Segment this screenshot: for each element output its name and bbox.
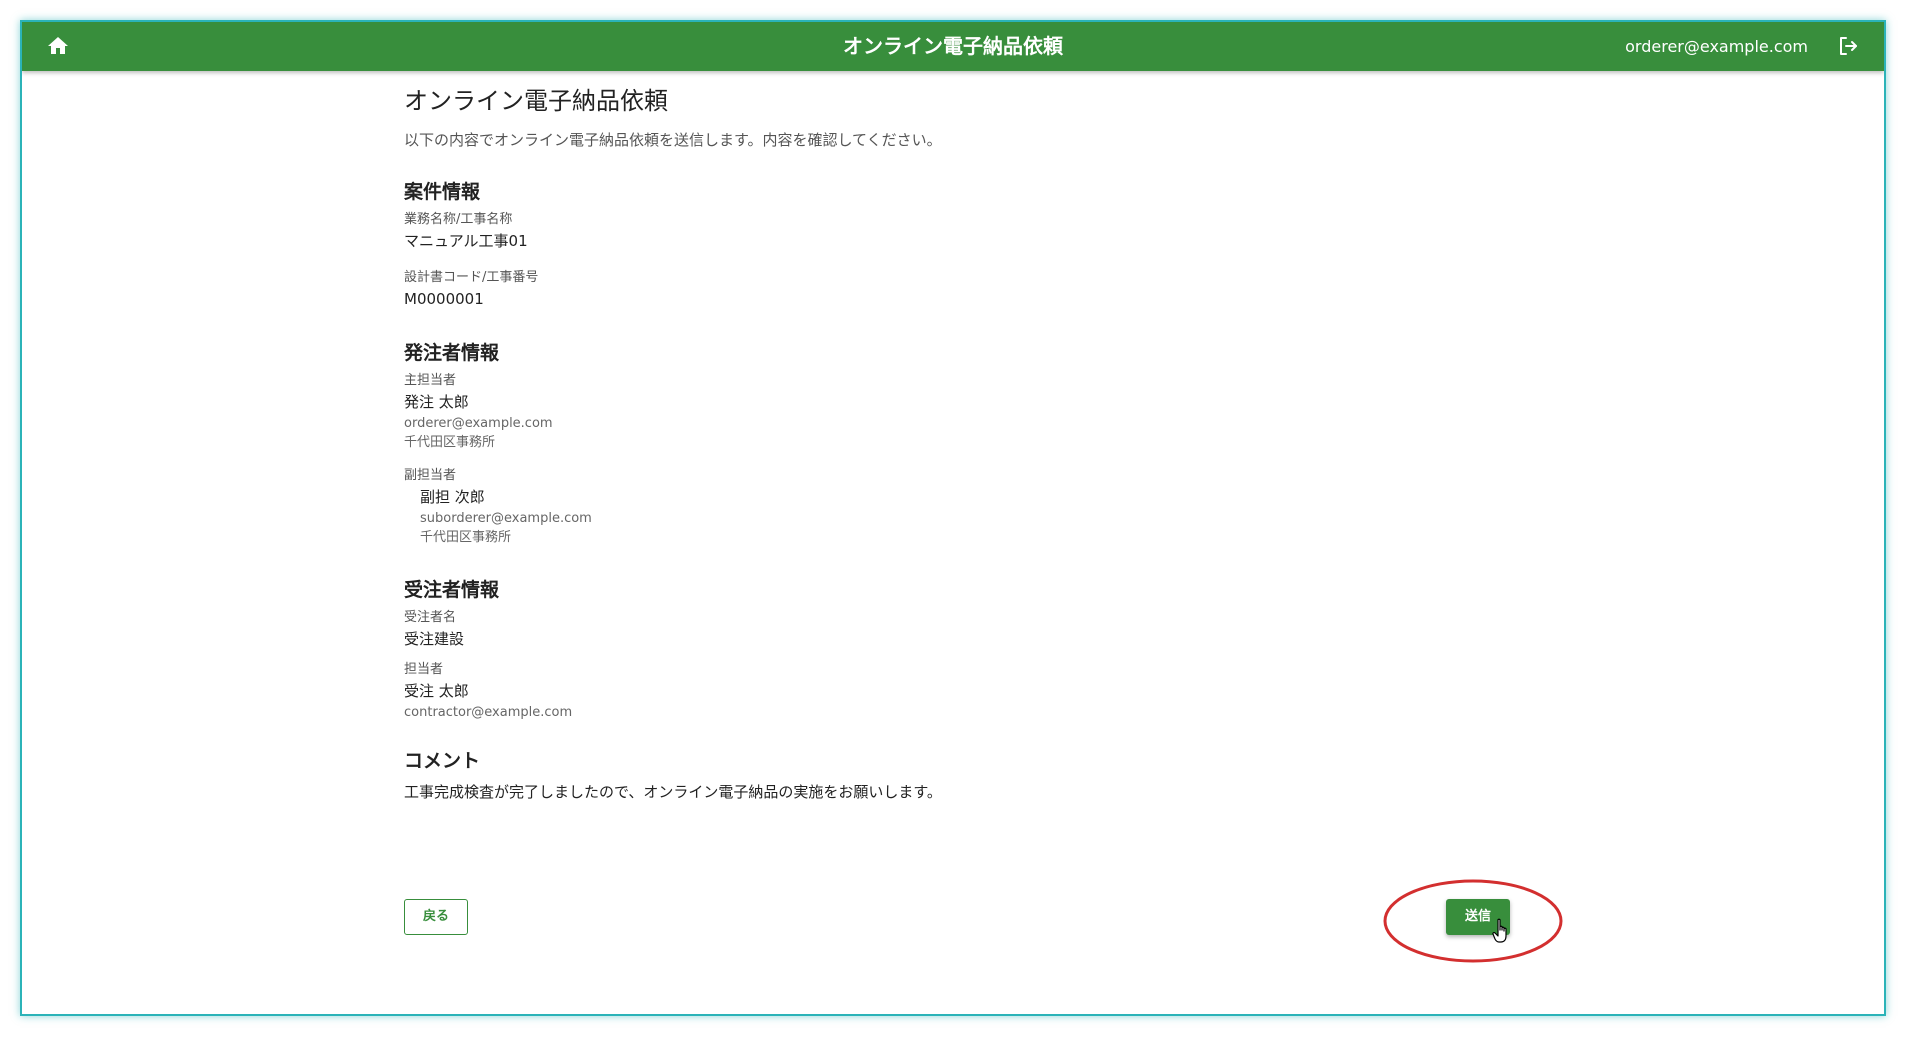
comment-section: コメント 工事完成検査が完了しましたので、オンライン電子納品の実施をお願いします… [404,748,1504,802]
sub-contact-office: 千代田区事務所 [420,530,512,545]
main-contact-field: 主担当者 発注 太郎 orderer@example.com 千代田区事務所 [404,372,1504,452]
project-code-value: M0000001 [404,290,484,308]
sub-contact-details: 副担 次郎 suborderer@example.com 千代田区事務所 [404,487,1504,547]
contractor-section: 受注者情報 受注者名 受注建設 担当者 受注 太郎 contractor@exa… [404,577,1504,722]
logout-icon[interactable] [1836,34,1860,58]
page-title: オンライン電子納品依頼 [404,87,668,115]
user-email: orderer@example.com [1625,37,1808,56]
contractor-company-field: 受注者名 受注建設 [404,609,1504,649]
sub-contact-email: suborderer@example.com [420,511,592,526]
project-heading: 案件情報 [404,181,481,203]
app-window: オンライン電子納品依頼 orderer@example.com オンライン電子納… [20,20,1886,1016]
orderer-heading: 発注者情報 [404,342,500,364]
project-name-value: マニュアル工事01 [404,232,528,250]
comment-text: 工事完成検査が完了しましたので、オンライン電子納品の実施をお願いします。 [404,783,942,801]
project-code-field: 設計書コード/工事番号 M0000001 [404,269,1504,309]
page-intro: 以下の内容でオンライン電子納品依頼を送信します。内容を確認してください。 [404,131,942,149]
back-button[interactable]: 戻る [404,899,468,935]
contractor-person-name: 受注 太郎 [404,682,469,700]
contractor-person-field: 担当者 受注 太郎 contractor@example.com [404,661,1504,722]
project-code-label: 設計書コード/工事番号 [404,270,539,285]
main-contact-office: 千代田区事務所 [404,435,496,450]
app-title: オンライン電子納品依頼 [843,34,1063,58]
sub-contact-name: 副担 次郎 [420,488,485,506]
sub-contact-field: 副担当者 副担 次郎 suborderer@example.com 千代田区事務… [404,467,1504,547]
home-icon[interactable] [46,34,70,58]
contractor-person-label: 担当者 [404,662,444,677]
contractor-company-value: 受注建設 [404,630,465,648]
project-name-field: 業務名称/工事名称 マニュアル工事01 [404,211,1504,251]
main-contact-label: 主担当者 [404,373,457,388]
main-contact-name: 発注 太郎 [404,393,469,411]
send-button[interactable]: 送信 [1446,899,1510,935]
contractor-company-label: 受注者名 [404,610,457,625]
contractor-heading: 受注者情報 [404,579,500,601]
comment-heading: コメント [404,750,481,772]
main-content: オンライン電子納品依頼 以下の内容でオンライン電子納品依頼を送信します。内容を確… [404,71,1504,802]
project-section: 案件情報 業務名称/工事名称 マニュアル工事01 設計書コード/工事番号 M00… [404,179,1504,309]
contractor-person-email: contractor@example.com [404,705,573,720]
project-name-label: 業務名称/工事名称 [404,212,513,227]
main-contact-email: orderer@example.com [404,416,553,431]
sub-contact-label: 副担当者 [404,468,457,483]
app-bar: オンライン電子納品依頼 orderer@example.com [22,22,1884,71]
orderer-section: 発注者情報 主担当者 発注 太郎 orderer@example.com 千代田… [404,340,1504,547]
